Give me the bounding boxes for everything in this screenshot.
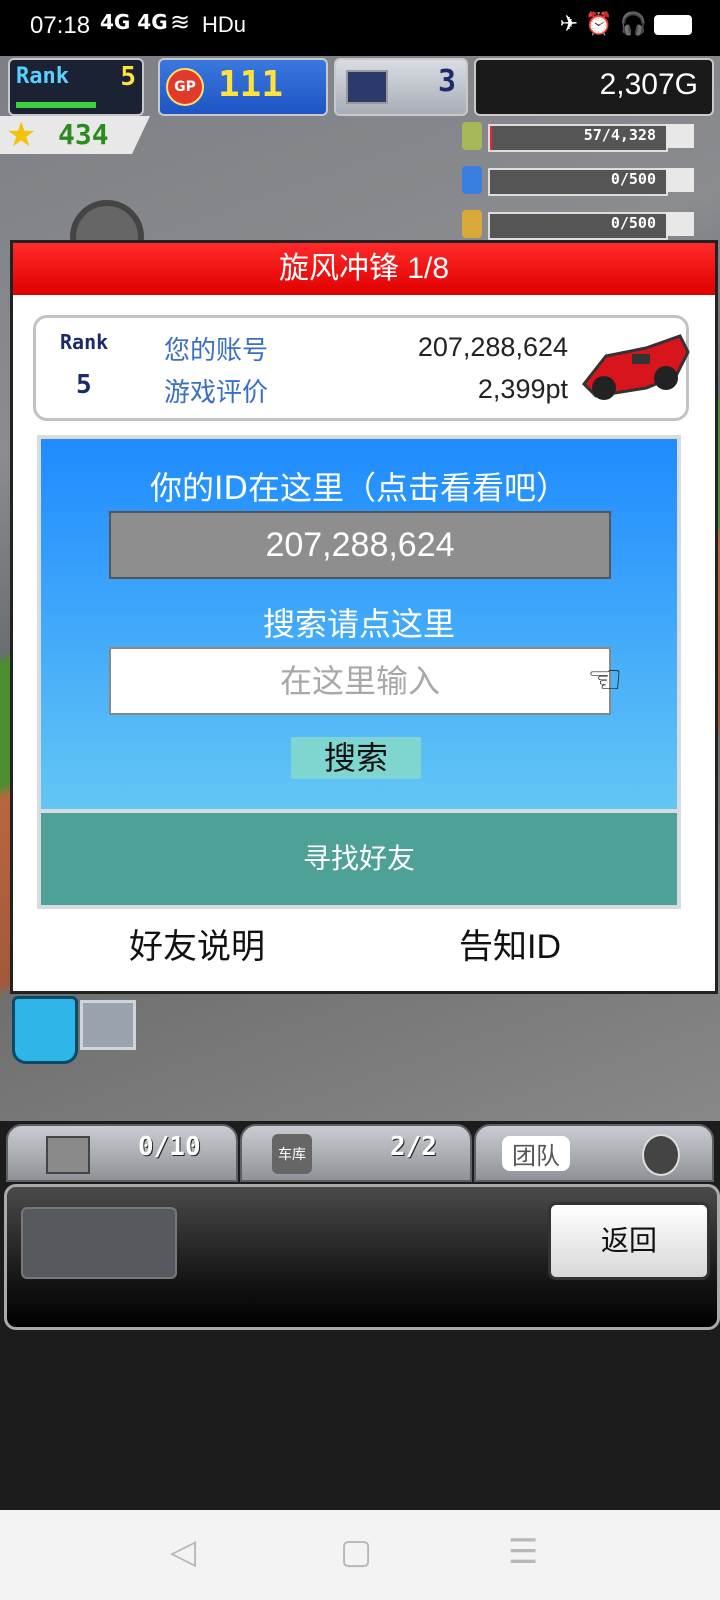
fuel-barrel-icon [462, 122, 482, 150]
rank-label: Rank [60, 330, 109, 354]
nav-home-icon[interactable]: ▢ [340, 1532, 372, 1572]
computer-counter[interactable]: 3 [334, 58, 468, 116]
computer-icon [346, 70, 388, 104]
tab-storage[interactable]: 0/10 [6, 1124, 238, 1182]
resource-cap [666, 212, 694, 236]
player-id-field[interactable]: 207,288,624 [109, 511, 611, 579]
system-nav-bar: ◁ ▢ ☰ [0, 1510, 720, 1600]
game-icon: ✈ [559, 12, 579, 37]
pointing-hand-icon: ☜ [587, 657, 623, 703]
race-car-icon [581, 334, 690, 400]
account-info-card: Rank 5 您的账号 游戏评价 207,288,624 2,399pt [33, 315, 690, 421]
gp-value: 111 [218, 64, 284, 105]
headphone-icon: 🎧 [619, 12, 647, 37]
nav-back-icon[interactable]: ◁ [170, 1532, 196, 1572]
network-label: HDu [202, 12, 247, 37]
clock: 07:18 [30, 12, 91, 39]
account-label: 您的账号 [164, 336, 269, 366]
garage-icon: 车库 [272, 1134, 312, 1174]
computer-value: 3 [437, 64, 456, 99]
id-hint: 你的ID在这里（点击看看吧） [149, 469, 569, 507]
search-hint: 搜索请点这里 [262, 605, 455, 643]
tab-garage[interactable]: 车库 2/2 [240, 1124, 472, 1182]
resource-cap [666, 124, 694, 148]
avatar-icon [642, 1134, 680, 1176]
star-counter: ★ 434 [0, 116, 150, 154]
oil-bottle-icon [462, 166, 482, 194]
friend-dialog: 旋风冲锋 1/8 Rank 5 您的账号 游戏评价 207,288,624 2,… [10, 240, 718, 994]
empty-slot-button[interactable] [21, 1207, 177, 1279]
wifi-icon: ≋ [170, 8, 191, 36]
dialog-title: 旋风冲锋 1/8 [13, 243, 715, 295]
nav-menu-icon[interactable]: ☰ [508, 1532, 538, 1572]
system-icons: ✈ ⏰ 🎧 [560, 12, 692, 37]
rank-label: Rank [16, 64, 69, 89]
resource-cap [666, 168, 694, 192]
rank-indicator: Rank 5 [8, 58, 144, 116]
resource-oil: 0/500 [458, 164, 698, 196]
gold-counter: 2,307G [474, 58, 714, 116]
rank-value: 5 [76, 370, 92, 400]
search-button[interactable]: 搜索 [291, 737, 421, 779]
bottom-tab-bar: 0/10 车库 2/2 团队 [6, 1124, 714, 1182]
resource-wheat: 0/500 [458, 208, 698, 240]
gp-counter[interactable]: GP 111 [158, 58, 328, 116]
rating-label: 游戏评价 [164, 378, 269, 408]
gold-value: 2,307G [599, 68, 698, 101]
search-input[interactable]: 在这里输入 [109, 647, 611, 715]
star-icon: ★ [6, 115, 37, 155]
resource-fuel: 57/4,328 [458, 120, 698, 152]
rank-value: 5 [120, 62, 136, 92]
cart-icon [80, 1000, 136, 1050]
star-value: 434 [58, 118, 109, 151]
id-search-panel: 你的ID在这里（点击看看吧） 207,288,624 搜索请点这里 在这里输入 … [37, 435, 681, 813]
wheat-icon [462, 210, 482, 238]
battery-icon [654, 15, 692, 35]
rank-progress-bar [16, 102, 96, 108]
resource-value: 57/4,328 [583, 126, 656, 144]
tell-id-button[interactable]: 告知ID [459, 919, 561, 968]
back-button[interactable]: 返回 [548, 1202, 710, 1280]
garage-value: 2/2 [390, 1132, 437, 1162]
box-icon [46, 1136, 90, 1174]
trash-can-icon[interactable] [12, 996, 78, 1064]
tab-team[interactable]: 团队 [474, 1124, 714, 1182]
find-friend-button[interactable]: 寻找好友 [37, 809, 681, 909]
team-label: 团队 [502, 1136, 570, 1171]
storage-value: 0/10 [138, 1132, 201, 1162]
account-value: 207,288,624 [417, 332, 568, 362]
signal-icon: 4G 4G [100, 10, 168, 34]
gp-icon: GP [166, 68, 204, 106]
status-bar: 07:18 4G 4G ≋ HDu ✈ ⏰ 🎧 [0, 0, 720, 56]
alarm-icon: ⏰ [585, 12, 613, 37]
rating-value: 2,399pt [477, 374, 568, 404]
friend-help-button[interactable]: 好友说明 [129, 919, 265, 968]
resource-value: 0/500 [610, 214, 656, 232]
resource-value: 0/500 [610, 170, 656, 188]
